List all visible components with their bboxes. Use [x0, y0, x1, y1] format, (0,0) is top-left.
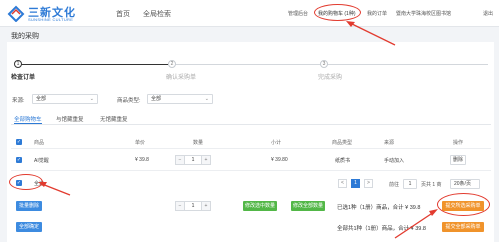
- nav-orders[interactable]: 我的订单: [367, 10, 387, 17]
- current-page-button[interactable]: 1: [351, 179, 360, 188]
- tab-duplicate[interactable]: 与馆藏重复: [56, 115, 84, 123]
- page-size-select[interactable]: 20条/页: [450, 179, 480, 189]
- goto-page-input[interactable]: 1: [403, 179, 417, 189]
- plus-icon[interactable]: +: [201, 202, 210, 210]
- row-source: 手动加入: [384, 158, 405, 164]
- total-summary: 全部共1种（1册）商品，合计 ¥ 39.8: [337, 226, 426, 232]
- step-1-circle: 1: [14, 60, 22, 68]
- confirm-all-button[interactable]: 全部确定: [16, 222, 42, 232]
- top-bar: 三新文化 SUNSHINE CULTURE 首页 全局检索 管理后台 我的购物车…: [0, 0, 499, 27]
- nav-global-search[interactable]: 全局检索: [143, 9, 171, 19]
- page-total-text: 页共 1 商: [421, 182, 442, 188]
- next-page-button[interactable]: >: [364, 179, 373, 188]
- step-remaining-line: [168, 64, 488, 65]
- logo-mark-icon: [7, 5, 25, 22]
- col-header-source: 来源: [384, 140, 395, 146]
- type-filter-label: 商品类型:: [117, 98, 141, 104]
- goto-label: 前往: [389, 182, 400, 188]
- minus-icon[interactable]: −: [176, 156, 185, 164]
- tabs-divider: [11, 124, 491, 125]
- row-price: ¥ 39.8: [135, 157, 149, 163]
- table-divider: [11, 148, 491, 149]
- step-2-circle: 2: [168, 60, 176, 68]
- active-tab-indicator: [14, 123, 42, 124]
- step-3-circle: 3: [320, 60, 328, 68]
- submit-highlight-ring: [437, 193, 490, 216]
- prev-page-button[interactable]: <: [338, 179, 347, 188]
- tab-all-cart[interactable]: 全部购物车: [14, 115, 42, 123]
- chevron-down-icon: ⌄: [204, 96, 209, 102]
- select-all-highlight-ring: [9, 174, 43, 190]
- col-header-price: 单价: [135, 140, 146, 146]
- site-logo[interactable]: 三新文化 SUNSHINE CULTURE: [7, 4, 87, 24]
- page-title: 我的采购: [11, 33, 39, 40]
- submit-all-button[interactable]: 提交全部采购单: [442, 222, 484, 232]
- modify-all-qty-button[interactable]: 修改全部数量: [291, 201, 325, 211]
- page-size-value: 20条/页: [454, 181, 471, 187]
- row-checkbox[interactable]: ✓: [16, 157, 22, 163]
- selected-summary: 已选1种（1册）商品，合计 ¥ 39.8: [337, 205, 421, 211]
- nav-library[interactable]: 暨南大学珠海校区图书馆: [396, 10, 451, 17]
- step-3-label: 完成采购: [318, 75, 343, 81]
- table-divider: [11, 170, 491, 171]
- row-subtotal: ¥ 39.80: [271, 157, 288, 163]
- bulk-quantity-stepper[interactable]: − 1 +: [175, 201, 211, 211]
- row-qty-value[interactable]: 1: [185, 156, 201, 164]
- col-header-action: 操作: [453, 140, 464, 146]
- cart-highlight-ring: [314, 4, 361, 21]
- modify-selected-qty-button[interactable]: 修改选中数量: [243, 201, 277, 211]
- source-select-value: 全部: [36, 96, 47, 102]
- source-filter-label: 来源:: [12, 98, 25, 104]
- tab-no-duplicate[interactable]: 无馆藏重复: [100, 115, 128, 123]
- header-checkbox[interactable]: ✓: [16, 139, 22, 145]
- row-item-name[interactable]: AI觉醒: [34, 157, 49, 164]
- col-header-type: 商品类型: [332, 140, 353, 146]
- row-quantity-stepper[interactable]: − 1 +: [175, 155, 211, 165]
- type-select-value: 全部: [151, 96, 162, 102]
- main-panel: [7, 42, 494, 242]
- type-select[interactable]: 全部 ⌄: [147, 94, 213, 104]
- step-1-label: 检查订单: [11, 75, 36, 81]
- bulk-qty-value[interactable]: 1: [185, 202, 201, 210]
- nav-admin[interactable]: 管理后台: [288, 10, 308, 17]
- nav-home[interactable]: 首页: [116, 9, 130, 19]
- col-header-qty: 数量: [193, 140, 204, 146]
- col-header-item: 商品: [34, 140, 45, 146]
- row-type: 纸质书: [335, 158, 351, 164]
- col-header-subtotal: 小计: [271, 140, 282, 146]
- nav-logout[interactable]: 退出: [483, 10, 493, 17]
- row-delete-button[interactable]: 删除: [450, 155, 466, 165]
- chevron-down-icon: ⌄: [89, 96, 94, 102]
- plus-icon[interactable]: +: [201, 156, 210, 164]
- step-progress-line: [18, 64, 168, 65]
- source-select[interactable]: 全部 ⌄: [32, 94, 98, 104]
- logo-subtext: SUNSHINE CULTURE: [28, 17, 74, 22]
- minus-icon[interactable]: −: [176, 202, 185, 210]
- batch-delete-button[interactable]: 批量删除: [16, 201, 42, 211]
- step-2-label: 确认采购单: [166, 75, 197, 81]
